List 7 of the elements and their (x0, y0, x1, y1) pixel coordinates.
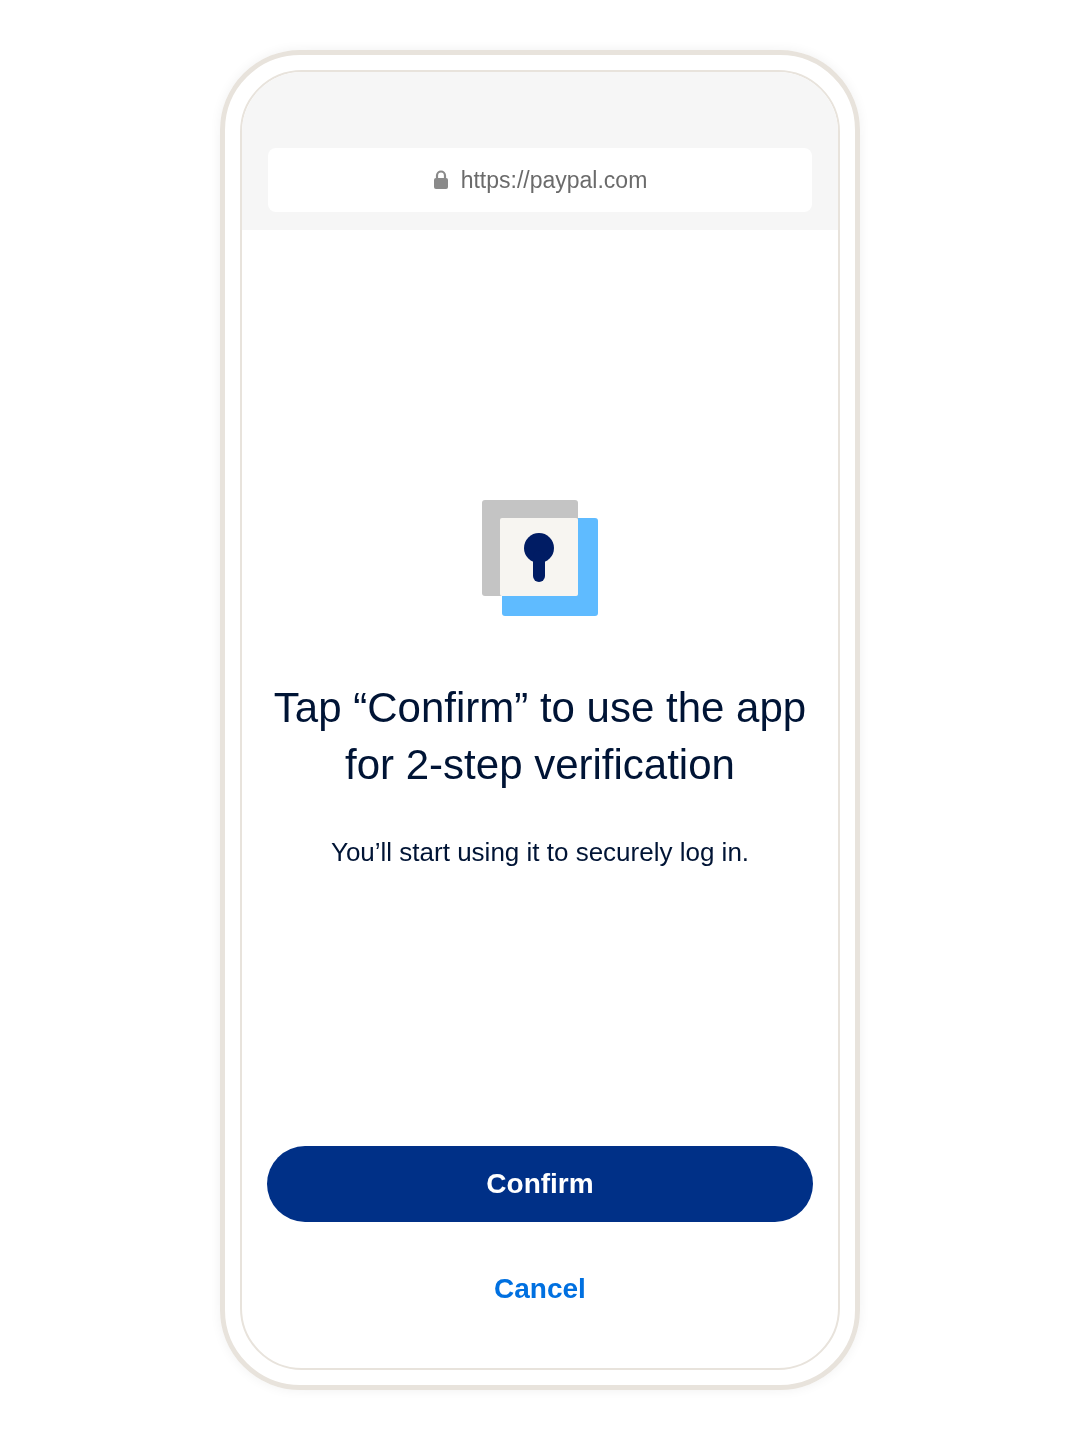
url-field[interactable]: https://paypal.com (268, 148, 812, 212)
subtitle: You’ll start using it to securely log in. (330, 836, 750, 869)
lock-icon (432, 170, 449, 190)
keyhole-icon (481, 500, 599, 617)
cancel-link[interactable]: Cancel (494, 1268, 586, 1310)
confirm-button[interactable]: Confirm (267, 1146, 813, 1222)
heading: Tap “Confirm” to use the app for 2-step verification (272, 683, 808, 790)
